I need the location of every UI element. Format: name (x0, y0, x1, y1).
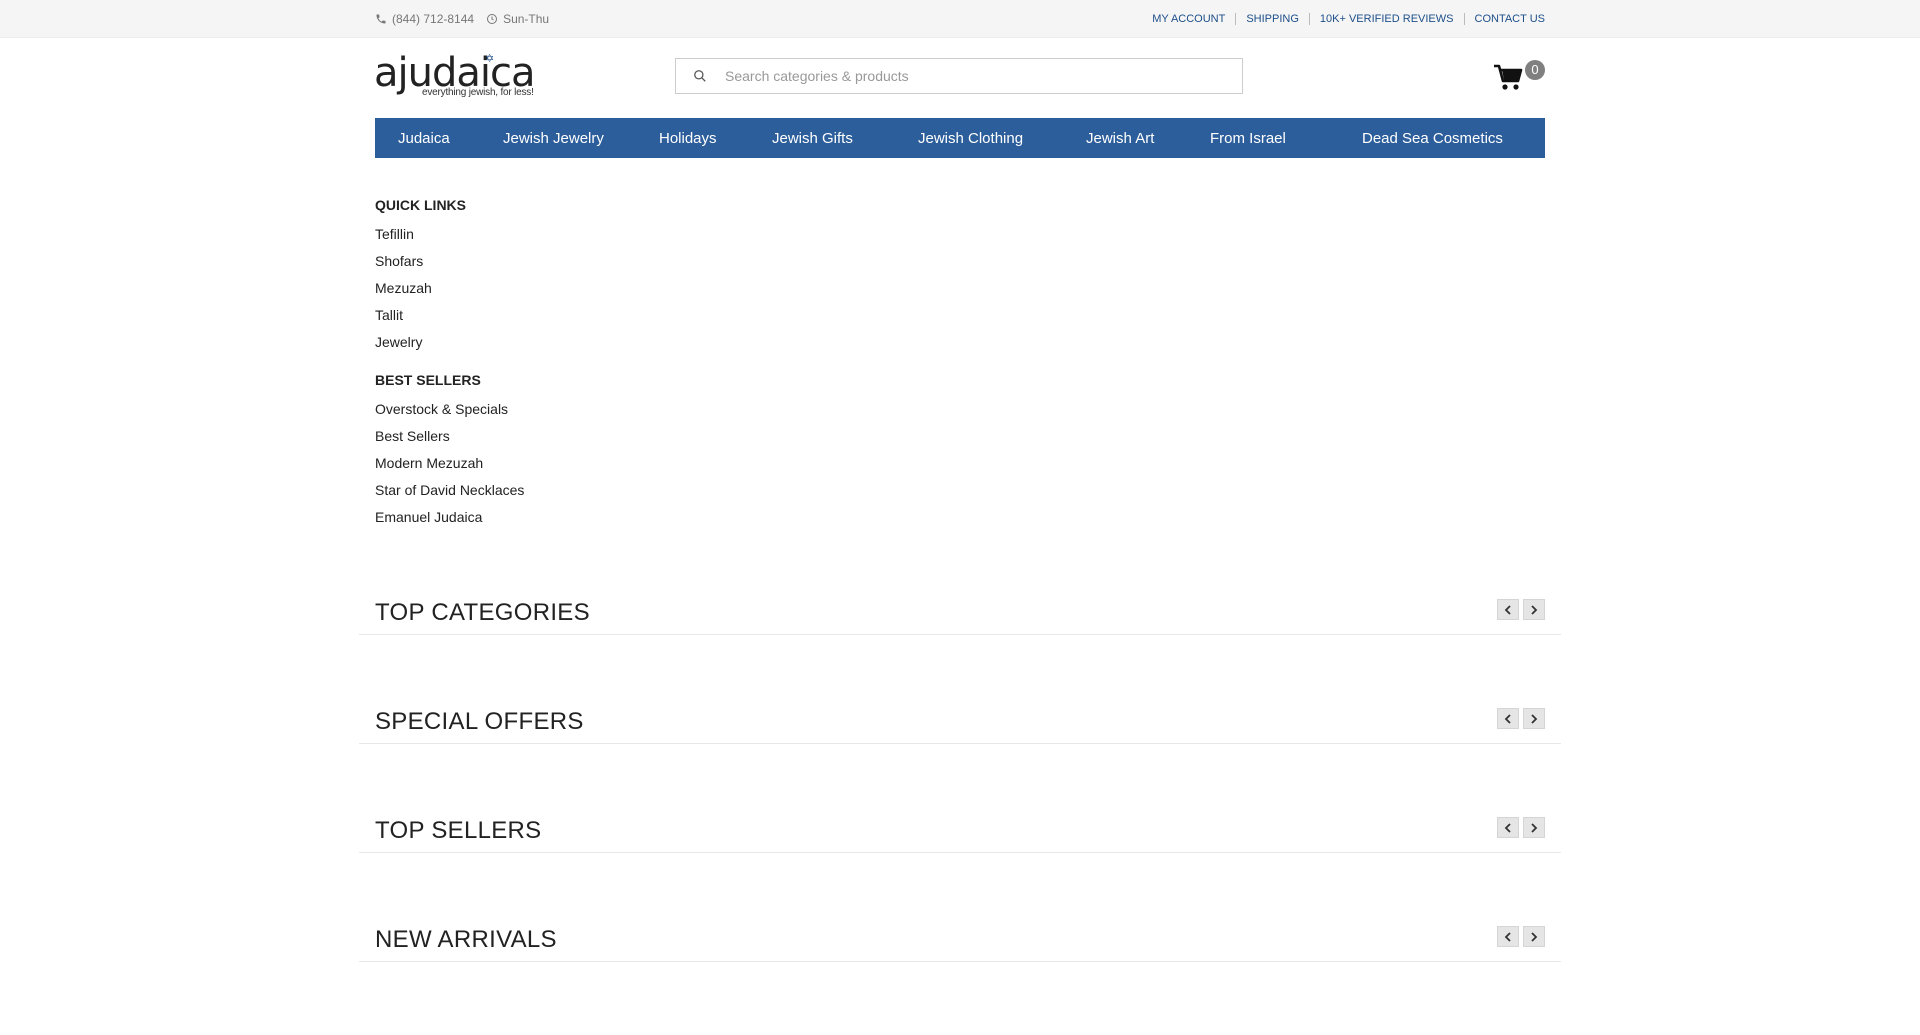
section-title: NEW ARRIVALS (375, 926, 557, 953)
chevron-left-icon (1504, 713, 1511, 724)
top-bar: (844) 712-8144 Sun-Thu MY ACCOUNT SHIPPI… (0, 0, 1920, 38)
quick-link-jewelry[interactable]: Jewelry (375, 329, 1545, 356)
prev-button[interactable] (1497, 817, 1519, 838)
section-divider (359, 961, 1561, 962)
quick-links-title: QUICK LINKS (375, 197, 466, 213)
best-seller-link-star-of-david[interactable]: Star of David Necklaces (375, 477, 1545, 504)
contact-info: (844) 712-8144 Sun-Thu (375, 12, 561, 26)
quick-links-list: Tefillin Shofars Mezuzah Tallit Jewelry (375, 221, 1545, 356)
cart-count-badge: 0 (1525, 60, 1545, 80)
top-sellers-section: TOP SELLERS (359, 817, 1561, 926)
chevron-left-icon (1504, 931, 1511, 942)
logo[interactable]: ajudaica ✡ everything jewish, for less! (374, 50, 545, 102)
nav-item-jewish-jewelry[interactable]: Jewish Jewelry (503, 130, 604, 147)
quick-links-panel: QUICK LINKS Tefillin Shofars Mezuzah Tal… (375, 158, 1545, 531)
search-icon[interactable] (676, 69, 723, 83)
cart[interactable]: 0 (1493, 60, 1545, 98)
chevron-left-icon (1504, 822, 1511, 833)
next-button[interactable] (1523, 926, 1545, 947)
hours-text: Sun-Thu (503, 11, 550, 26)
shipping-link[interactable]: SHIPPING (1235, 12, 1309, 25)
quick-link-mezuzah[interactable]: Mezuzah (375, 275, 1545, 302)
section-divider (359, 743, 1561, 744)
search-box (675, 58, 1243, 94)
chevron-right-icon (1531, 822, 1538, 833)
carousel-controls (1493, 817, 1545, 838)
best-seller-link-emanuel-judaica[interactable]: Emanuel Judaica (375, 504, 1545, 531)
contact-us-link[interactable]: CONTACT US (1463, 12, 1545, 25)
top-links: MY ACCOUNT SHIPPING 10K+ VERIFIED REVIEW… (1142, 12, 1545, 25)
star-of-david-icon: ✡ (485, 53, 495, 65)
section-title: TOP CATEGORIES (375, 599, 590, 626)
section-divider (359, 852, 1561, 853)
header: ajudaica ✡ everything jewish, for less! … (374, 38, 1545, 118)
carousel-controls (1493, 926, 1545, 947)
top-categories-section: TOP CATEGORIES (359, 599, 1561, 708)
next-button[interactable] (1523, 599, 1545, 620)
shopping-cart-icon (1494, 64, 1523, 90)
prev-button[interactable] (1497, 926, 1519, 947)
chevron-right-icon (1531, 931, 1538, 942)
nav-item-judaica[interactable]: Judaica (398, 130, 450, 147)
logo-tagline: everything jewish, for less! (422, 87, 534, 98)
best-sellers-title: BEST SELLERS (375, 372, 481, 388)
nav-item-jewish-gifts[interactable]: Jewish Gifts (772, 130, 853, 147)
reviews-link[interactable]: 10K+ VERIFIED REVIEWS (1308, 12, 1464, 25)
best-seller-link-modern-mezuzah[interactable]: Modern Mezuzah (375, 450, 1545, 477)
nav-item-holidays[interactable]: Holidays (659, 130, 717, 147)
chevron-right-icon (1531, 604, 1538, 615)
nav-item-jewish-art[interactable]: Jewish Art (1086, 130, 1154, 147)
prev-button[interactable] (1497, 708, 1519, 729)
carousel-controls (1493, 599, 1545, 620)
phone[interactable]: (844) 712-8144 (375, 12, 474, 26)
nav-item-from-israel[interactable]: From Israel (1210, 130, 1286, 147)
nav-item-jewish-clothing[interactable]: Jewish Clothing (918, 130, 1023, 147)
hours: Sun-Thu (486, 12, 549, 26)
section-title: SPECIAL OFFERS (375, 708, 584, 735)
section-divider (359, 634, 1561, 635)
next-button[interactable] (1523, 708, 1545, 729)
section-title: TOP SELLERS (375, 817, 542, 844)
search-input[interactable] (723, 67, 1242, 85)
chevron-left-icon (1504, 604, 1511, 615)
quick-link-shofars[interactable]: Shofars (375, 248, 1545, 275)
prev-button[interactable] (1497, 599, 1519, 620)
phone-icon (376, 14, 386, 23)
chevron-right-icon (1531, 713, 1538, 724)
nav-item-dead-sea-cosmetics[interactable]: Dead Sea Cosmetics (1362, 130, 1503, 147)
main-nav: Judaica Jewish Jewelry Holidays Jewish G… (375, 118, 1545, 158)
clock-icon (487, 13, 498, 24)
next-button[interactable] (1523, 817, 1545, 838)
best-seller-link-best-sellers[interactable]: Best Sellers (375, 423, 1545, 450)
my-account-link[interactable]: MY ACCOUNT (1142, 13, 1235, 25)
best-seller-link-overstock[interactable]: Overstock & Specials (375, 396, 1545, 423)
quick-link-tallit[interactable]: Tallit (375, 302, 1545, 329)
phone-number: (844) 712-8144 (392, 11, 475, 26)
quick-link-tefillin[interactable]: Tefillin (375, 221, 1545, 248)
special-offers-section: SPECIAL OFFERS (359, 708, 1561, 817)
carousel-controls (1493, 708, 1545, 729)
best-sellers-list: Overstock & Specials Best Sellers Modern… (375, 396, 1545, 531)
new-arrivals-section: NEW ARRIVALS (359, 926, 1561, 1035)
